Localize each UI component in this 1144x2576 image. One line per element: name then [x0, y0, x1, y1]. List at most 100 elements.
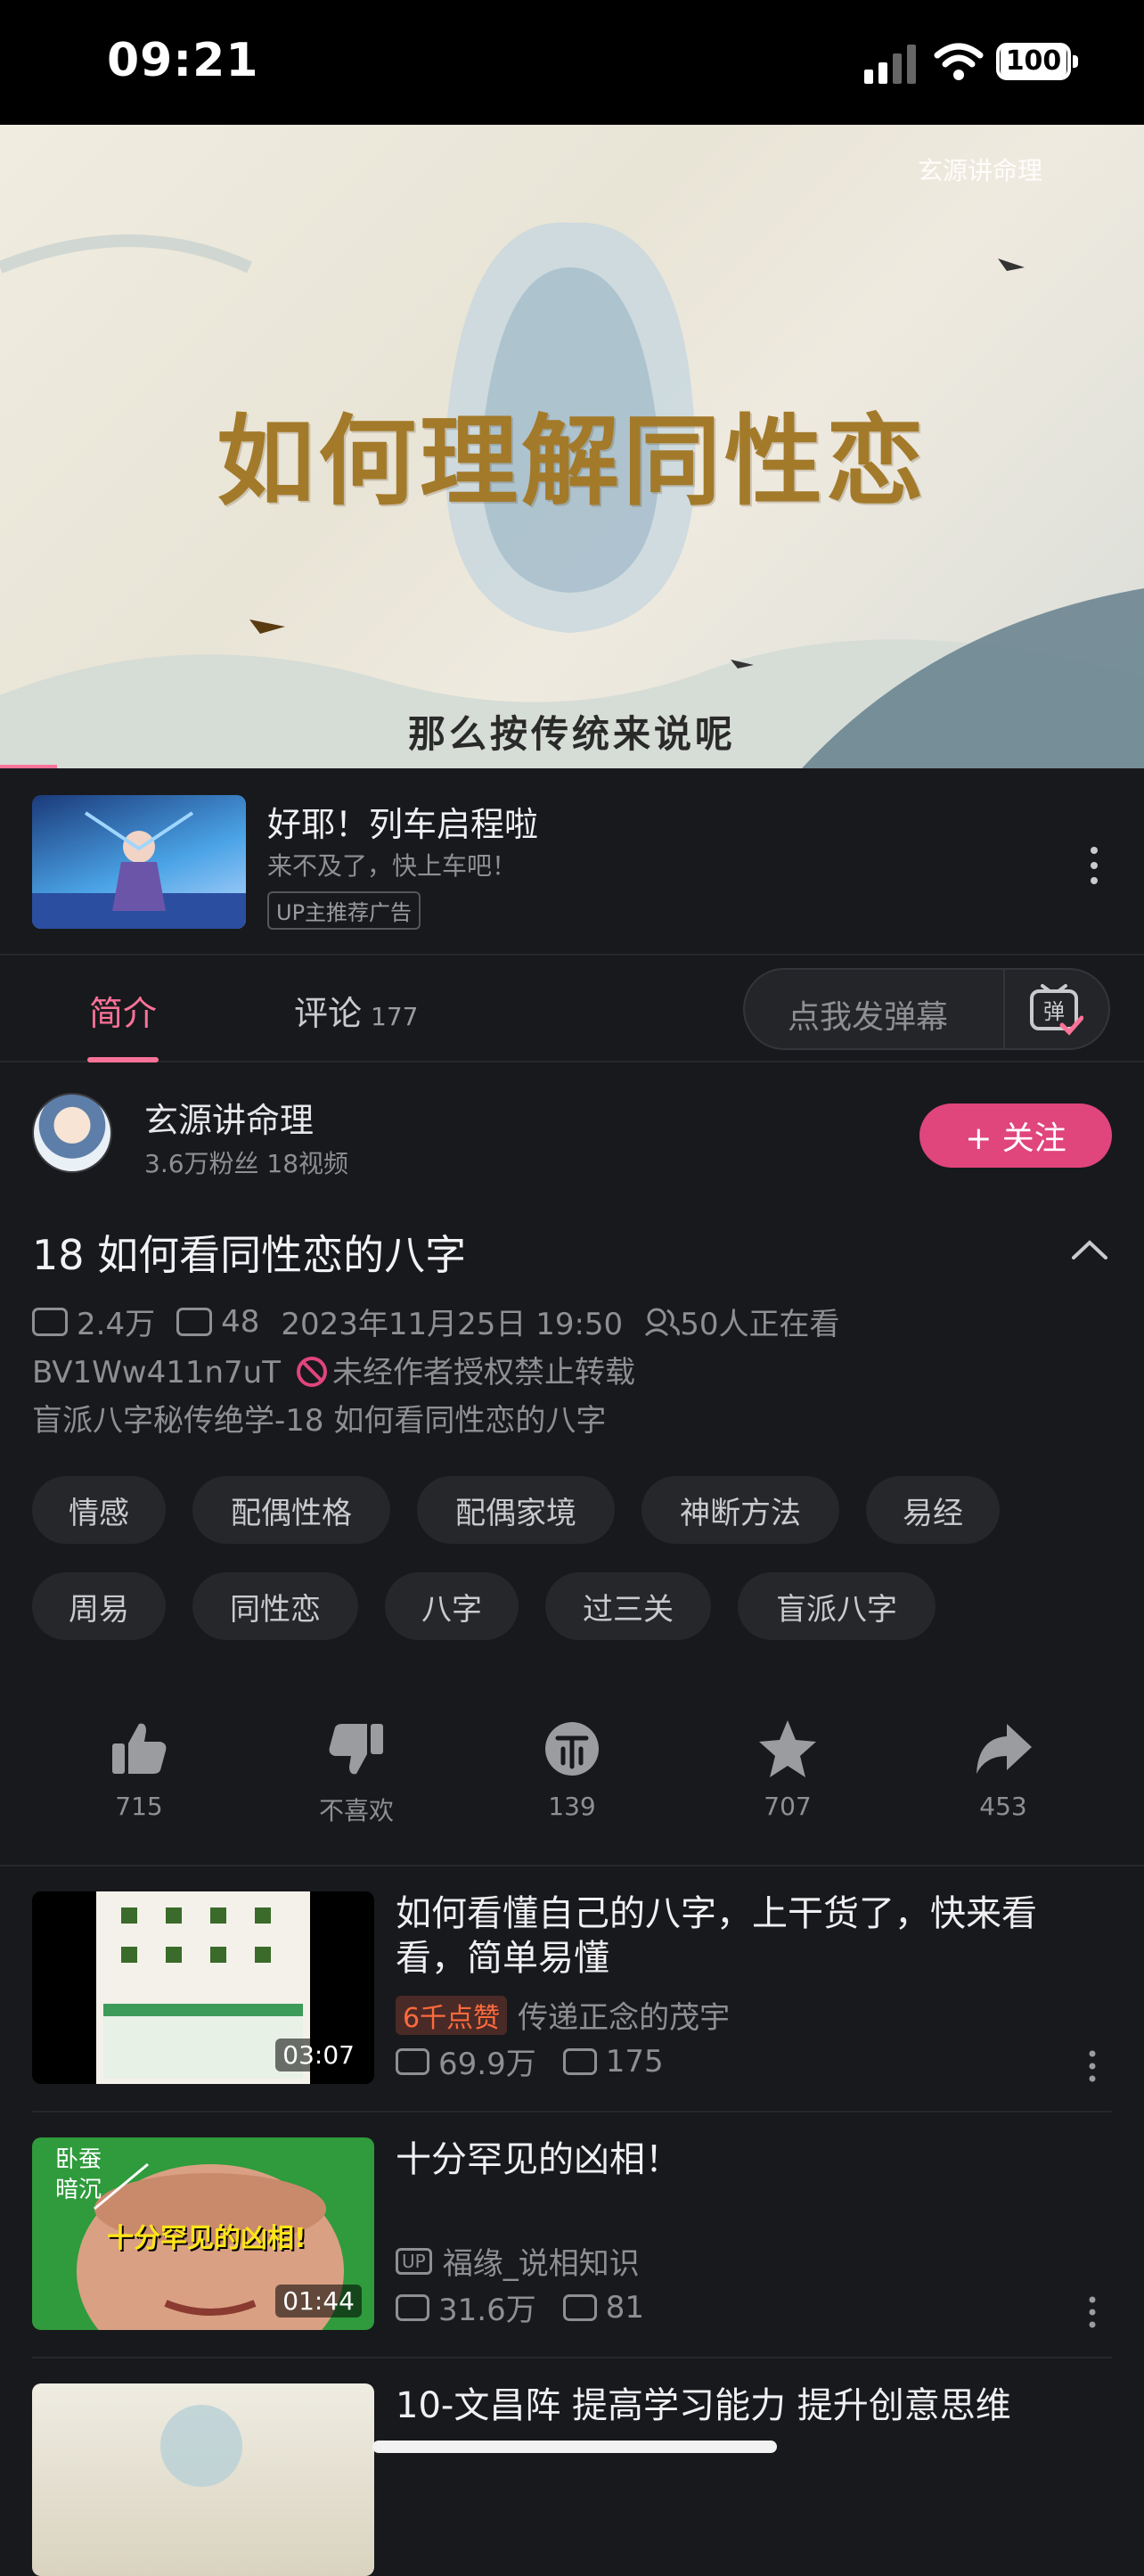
tag-chip[interactable]: 情感 — [32, 1476, 166, 1544]
publish-date: 2023年11月25日 19:50 — [281, 1307, 624, 1342]
uploader-name[interactable]: 玄源讲命理 — [144, 1093, 314, 1142]
up-badge: UP — [396, 2247, 432, 2275]
section-divider — [0, 1865, 1144, 1866]
list-divider — [32, 2357, 1112, 2359]
bvid[interactable]: BV1Ww411n7uT — [32, 1355, 281, 1391]
wenchang-thumbnail-art — [160, 2405, 242, 2487]
tag-chip[interactable]: 配偶家境 — [417, 1476, 615, 1544]
danmaku-input[interactable]: 点我发弹幕 — [788, 991, 948, 1038]
detail-tabs: 简介 评论 177 点我发弹幕 弹 — [0, 956, 1144, 1062]
recommendation-item[interactable]: 10-文昌阵 提高学习能力 提升创意思维 — [0, 2383, 1144, 2576]
thumbs-down-icon — [329, 1724, 383, 1775]
uploader-avatar[interactable] — [32, 1093, 112, 1173]
like-button[interactable]: 715 — [68, 1717, 210, 1821]
more-options-icon[interactable] — [1087, 2048, 1098, 2084]
tag-chip[interactable]: 盲派八字 — [738, 1572, 936, 1640]
recommendation-danmaku: 81 — [605, 2289, 644, 2326]
ad-badge: UP主推荐广告 — [267, 891, 421, 930]
ad-thumbnail[interactable] — [32, 795, 246, 929]
tag-chip[interactable]: 神断方法 — [641, 1476, 839, 1544]
battery-level: 100 — [1000, 46, 1067, 77]
no-repost-icon — [297, 1357, 327, 1387]
uploader-stats: 3.6万粉丝 18视频 — [144, 1149, 349, 1178]
recommendation-title[interactable]: 如何看懂自己的八字，上干货了，快来看看，简单易懂 — [396, 1891, 1099, 1981]
danmaku-input-box[interactable]: 点我发弹幕 弹 — [743, 968, 1110, 1050]
recommendation-views: 31.6万 — [438, 2293, 536, 2328]
video-title: 18 如何看同性恋的八字 — [32, 1231, 467, 1279]
cellular-signal-icon — [864, 45, 916, 84]
danmaku-count: 48 — [221, 1303, 260, 1340]
tag-chip[interactable]: 易经 — [866, 1476, 1000, 1544]
video-player[interactable]: 玄源讲命理 如何理解同性恋 那么按传统来说呢 — [0, 125, 1144, 768]
comments-count: 177 — [371, 1002, 419, 1031]
share-count: 453 — [979, 1792, 1027, 1821]
tag-chip[interactable]: 配偶性格 — [192, 1476, 390, 1544]
follow-button[interactable]: + 关注 — [919, 1103, 1112, 1168]
chevron-up-icon[interactable] — [1071, 1239, 1108, 1260]
star-icon — [759, 1720, 816, 1777]
recommendation-author: 传递正念的茂宇 — [518, 2000, 731, 2036]
share-arrow-icon — [976, 1724, 1032, 1774]
coin-count: 139 — [548, 1792, 596, 1821]
video-frame-subtitle: 那么按传统来说呢 — [407, 712, 736, 756]
tag-chip[interactable]: 八字 — [385, 1572, 519, 1640]
share-button[interactable]: 453 — [932, 1717, 1075, 1821]
video-watermark: 玄源讲命理 — [918, 156, 1043, 185]
danmaku-divider — [1003, 970, 1005, 1048]
tab-active-indicator — [87, 1057, 159, 1062]
danmaku-count-icon — [562, 2047, 597, 2075]
play-count-icon — [396, 2047, 429, 2075]
recommendation-danmaku: 175 — [605, 2043, 664, 2080]
thumbs-up-icon — [112, 1723, 167, 1774]
recommendation-thumbnail[interactable]: 03:07 — [32, 1891, 374, 2084]
favorite-count: 707 — [764, 1792, 812, 1821]
recommendation-stats: 69.9万 175 — [396, 2039, 664, 2083]
recommendation-author: 福缘_说相知识 — [442, 2246, 640, 2282]
status-bar: 09:21 100 — [0, 0, 1144, 125]
play-count-icon — [396, 2293, 429, 2321]
ad-thumbnail-art — [32, 811, 246, 929]
coin-icon — [545, 1722, 599, 1776]
recommendation-stats: 31.6万 81 — [396, 2285, 644, 2329]
recommendation-author-row: UP 福缘_说相知识 — [396, 2239, 640, 2283]
danmaku-icon-label: 弹 — [1043, 999, 1065, 1024]
recommendation-item[interactable]: 03:07 如何看懂自己的八字，上干货了，快来看看，简单易懂 6千点赞 传递正念… — [0, 1891, 1144, 2105]
tag-chip[interactable]: 同性恋 — [192, 1572, 358, 1640]
battery-icon: 100 — [996, 43, 1078, 80]
tab-comments[interactable]: 评论 177 — [294, 986, 418, 1035]
watching-users-icon — [645, 1308, 681, 1336]
duration-badge: 03:07 — [275, 2039, 362, 2071]
tag-chip[interactable]: 周易 — [32, 1572, 166, 1640]
coin-button[interactable]: 139 — [501, 1717, 643, 1821]
favorite-button[interactable]: 707 — [716, 1717, 859, 1821]
dislike-button[interactable]: 不喜欢 — [285, 1717, 428, 1827]
wifi-icon — [934, 43, 984, 80]
video-meta: 2.4万 48 2023年11月25日 19:50 50人正在看 — [32, 1300, 839, 1343]
video-id-row: BV1Ww411n7uT 未经作者授权禁止转载 — [32, 1348, 635, 1391]
recommendation-thumbnail[interactable]: 卧蚕 暗沉 十分罕见的凶相! 01:44 — [32, 2137, 374, 2330]
watching-count: 50人正在看 — [680, 1307, 840, 1342]
status-time: 09:21 — [107, 34, 259, 87]
ad-description: 来不及了，快上车吧！ — [267, 851, 518, 881]
tab-intro[interactable]: 简介 — [89, 986, 157, 1035]
ad-title[interactable]: 好耶！列车启程啦 — [267, 797, 538, 846]
dislike-label: 不喜欢 — [318, 1796, 394, 1825]
ad-row[interactable]: 好耶！列车启程啦 来不及了，快上车吧！ UP主推荐广告 — [0, 768, 1144, 956]
more-options-icon[interactable] — [1087, 843, 1101, 888]
play-count-icon — [32, 1307, 68, 1336]
danmaku-count-icon — [176, 1307, 213, 1336]
recommendation-item[interactable]: 卧蚕 暗沉 十分罕见的凶相! 01:44 十分罕见的凶相！ UP 福缘_说相知识… — [0, 2137, 1144, 2351]
recommendation-title[interactable]: 十分罕见的凶相！ — [396, 2137, 1099, 2182]
recommendation-thumbnail[interactable] — [32, 2383, 374, 2576]
recommendation-author-row: 6千点赞 传递正念的茂宇 — [396, 1993, 730, 2037]
view-count: 2.4万 — [77, 1307, 156, 1342]
more-options-icon[interactable] — [1087, 2294, 1098, 2330]
hot-badge: 6千点赞 — [396, 1995, 508, 2035]
video-frame-title: 如何理解同性恋 — [217, 404, 927, 519]
recommendation-title[interactable]: 10-文昌阵 提高学习能力 提升创意思维 — [396, 2383, 1099, 2428]
danmaku-toggle-icon[interactable]: 弹 — [1028, 982, 1083, 1036]
thumbnail-label-top: 卧蚕 暗沉 — [55, 2146, 102, 2203]
tag-chip[interactable]: 过三关 — [545, 1572, 711, 1640]
home-indicator[interactable] — [372, 2441, 777, 2453]
danmaku-count-icon — [562, 2293, 597, 2321]
